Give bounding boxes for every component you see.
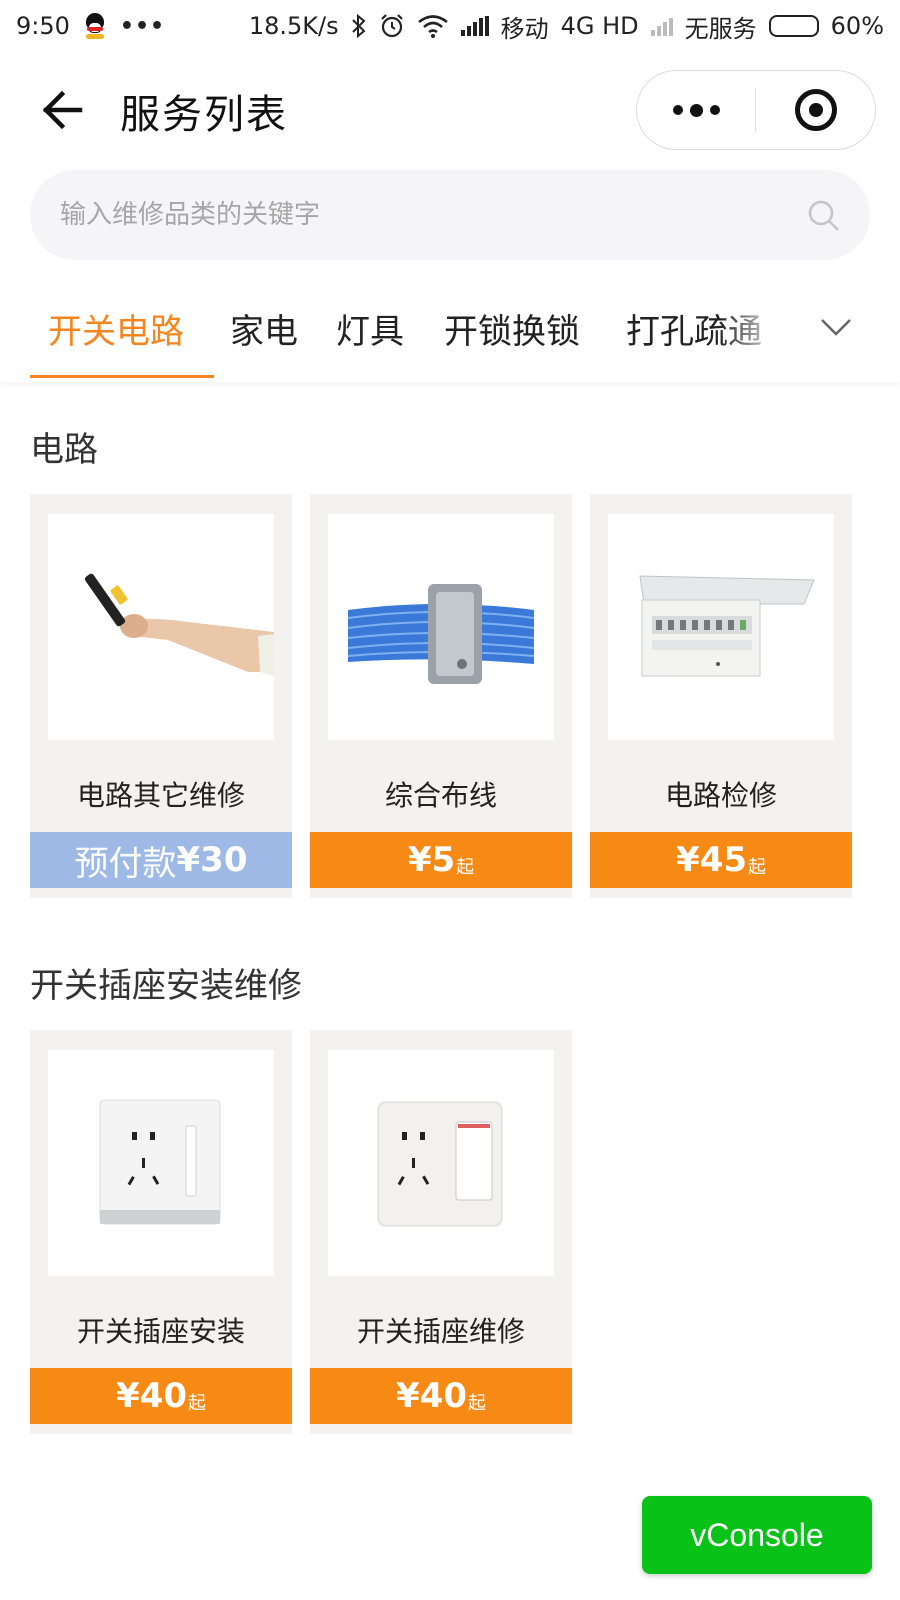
price-amount: ¥5 bbox=[407, 840, 456, 880]
service-name: 开关插座维修 bbox=[356, 1315, 525, 1348]
network-type: 4G HD bbox=[560, 12, 639, 40]
alarm-icon bbox=[380, 14, 403, 38]
distribution-box-image bbox=[639, 575, 815, 677]
carrier-name: 移动 bbox=[500, 14, 549, 43]
more-menu-button[interactable] bbox=[637, 71, 755, 149]
price-bar: ¥5 起 bbox=[310, 832, 572, 888]
more-dot-icon bbox=[672, 105, 683, 115]
tab-lighting[interactable]: 灯具 bbox=[336, 304, 404, 353]
service-card[interactable]: 电路检修 ¥45 起 bbox=[590, 494, 852, 898]
qq-icon bbox=[84, 13, 106, 39]
tabs-fade-overlay bbox=[720, 290, 810, 370]
search-input[interactable] bbox=[60, 170, 780, 260]
search-icon[interactable] bbox=[806, 198, 842, 234]
service-image bbox=[48, 1050, 274, 1276]
service-name: 综合布线 bbox=[384, 779, 497, 812]
section-title-circuit: 电路 bbox=[30, 430, 98, 470]
price-amount: ¥45 bbox=[676, 840, 747, 880]
wifi-icon bbox=[417, 15, 448, 38]
status-time: 9:50 bbox=[16, 12, 70, 40]
price-amount: ¥30 bbox=[176, 840, 248, 880]
search-bar bbox=[30, 170, 870, 260]
more-dot-icon bbox=[689, 103, 703, 117]
status-bar: 9:50 ••• 18.5K/s 移动 4G HD 无服务 60% bbox=[0, 0, 900, 52]
price-bar: ¥40 起 bbox=[310, 1368, 572, 1424]
price-amount: ¥40 bbox=[396, 1376, 467, 1416]
price-bar: ¥45 起 bbox=[590, 832, 852, 888]
close-miniprogram-button[interactable] bbox=[756, 71, 875, 149]
service-card[interactable]: 开关插座安装 ¥40 起 bbox=[30, 1030, 292, 1434]
more-notifications-icon: ••• bbox=[119, 13, 166, 39]
service-card[interactable]: 电路其它维修 预付款 ¥30 bbox=[30, 494, 292, 898]
service-card[interactable]: 综合布线 ¥5 起 bbox=[310, 494, 572, 898]
no-service-label: 无服务 bbox=[684, 14, 757, 43]
service-image bbox=[608, 514, 834, 740]
service-card[interactable]: 开关插座维修 ¥40 起 bbox=[310, 1030, 572, 1434]
back-arrow-icon[interactable] bbox=[36, 86, 84, 134]
service-image bbox=[328, 514, 554, 740]
vconsole-button[interactable]: vConsole bbox=[642, 1496, 872, 1574]
blue-cable-image bbox=[347, 584, 535, 684]
prepay-price-bar: 预付款 ¥30 bbox=[30, 832, 292, 888]
more-dot-icon bbox=[709, 105, 720, 115]
miniprogram-capsule bbox=[636, 70, 876, 150]
price-amount: ¥40 bbox=[116, 1376, 187, 1416]
price-prefix: 预付款 bbox=[74, 843, 177, 884]
category-tabs: 开关电路 家电 灯具 开锁换锁 打孔疏通 bbox=[0, 290, 900, 382]
service-name: 电路检修 bbox=[664, 779, 777, 812]
price-bar: ¥40 起 bbox=[30, 1368, 292, 1424]
signal-icon bbox=[460, 16, 489, 36]
page-title: 服务列表 bbox=[120, 92, 288, 138]
service-image bbox=[48, 514, 274, 740]
target-close-icon bbox=[794, 89, 837, 131]
service-image bbox=[328, 1050, 554, 1276]
section-title-switch-socket: 开关插座安装维修 bbox=[30, 966, 302, 1006]
bluetooth-icon bbox=[351, 14, 366, 38]
service-name: 电路其它维修 bbox=[76, 779, 245, 812]
price-suffix: 起 bbox=[456, 857, 475, 878]
nav-bar: 服务列表 bbox=[0, 60, 900, 160]
active-tab-indicator bbox=[30, 375, 214, 378]
no-signal-icon bbox=[650, 16, 673, 36]
price-suffix: 起 bbox=[467, 1393, 486, 1414]
battery-percent: 60% bbox=[830, 12, 884, 40]
chevron-down-icon[interactable] bbox=[818, 312, 854, 342]
tab-appliances[interactable]: 家电 bbox=[230, 304, 298, 353]
electrician-tester-image bbox=[84, 573, 274, 676]
battery-icon bbox=[768, 15, 819, 37]
tab-switch-circuit[interactable]: 开关电路 bbox=[48, 304, 184, 353]
price-suffix: 起 bbox=[187, 1393, 206, 1414]
tab-locks[interactable]: 开锁换锁 bbox=[444, 304, 580, 353]
network-speed: 18.5K/s bbox=[248, 12, 339, 40]
price-suffix: 起 bbox=[747, 857, 766, 878]
socket-panel-image bbox=[99, 1099, 221, 1225]
service-name: 开关插座安装 bbox=[76, 1315, 245, 1348]
socket-panel-image bbox=[377, 1101, 503, 1227]
